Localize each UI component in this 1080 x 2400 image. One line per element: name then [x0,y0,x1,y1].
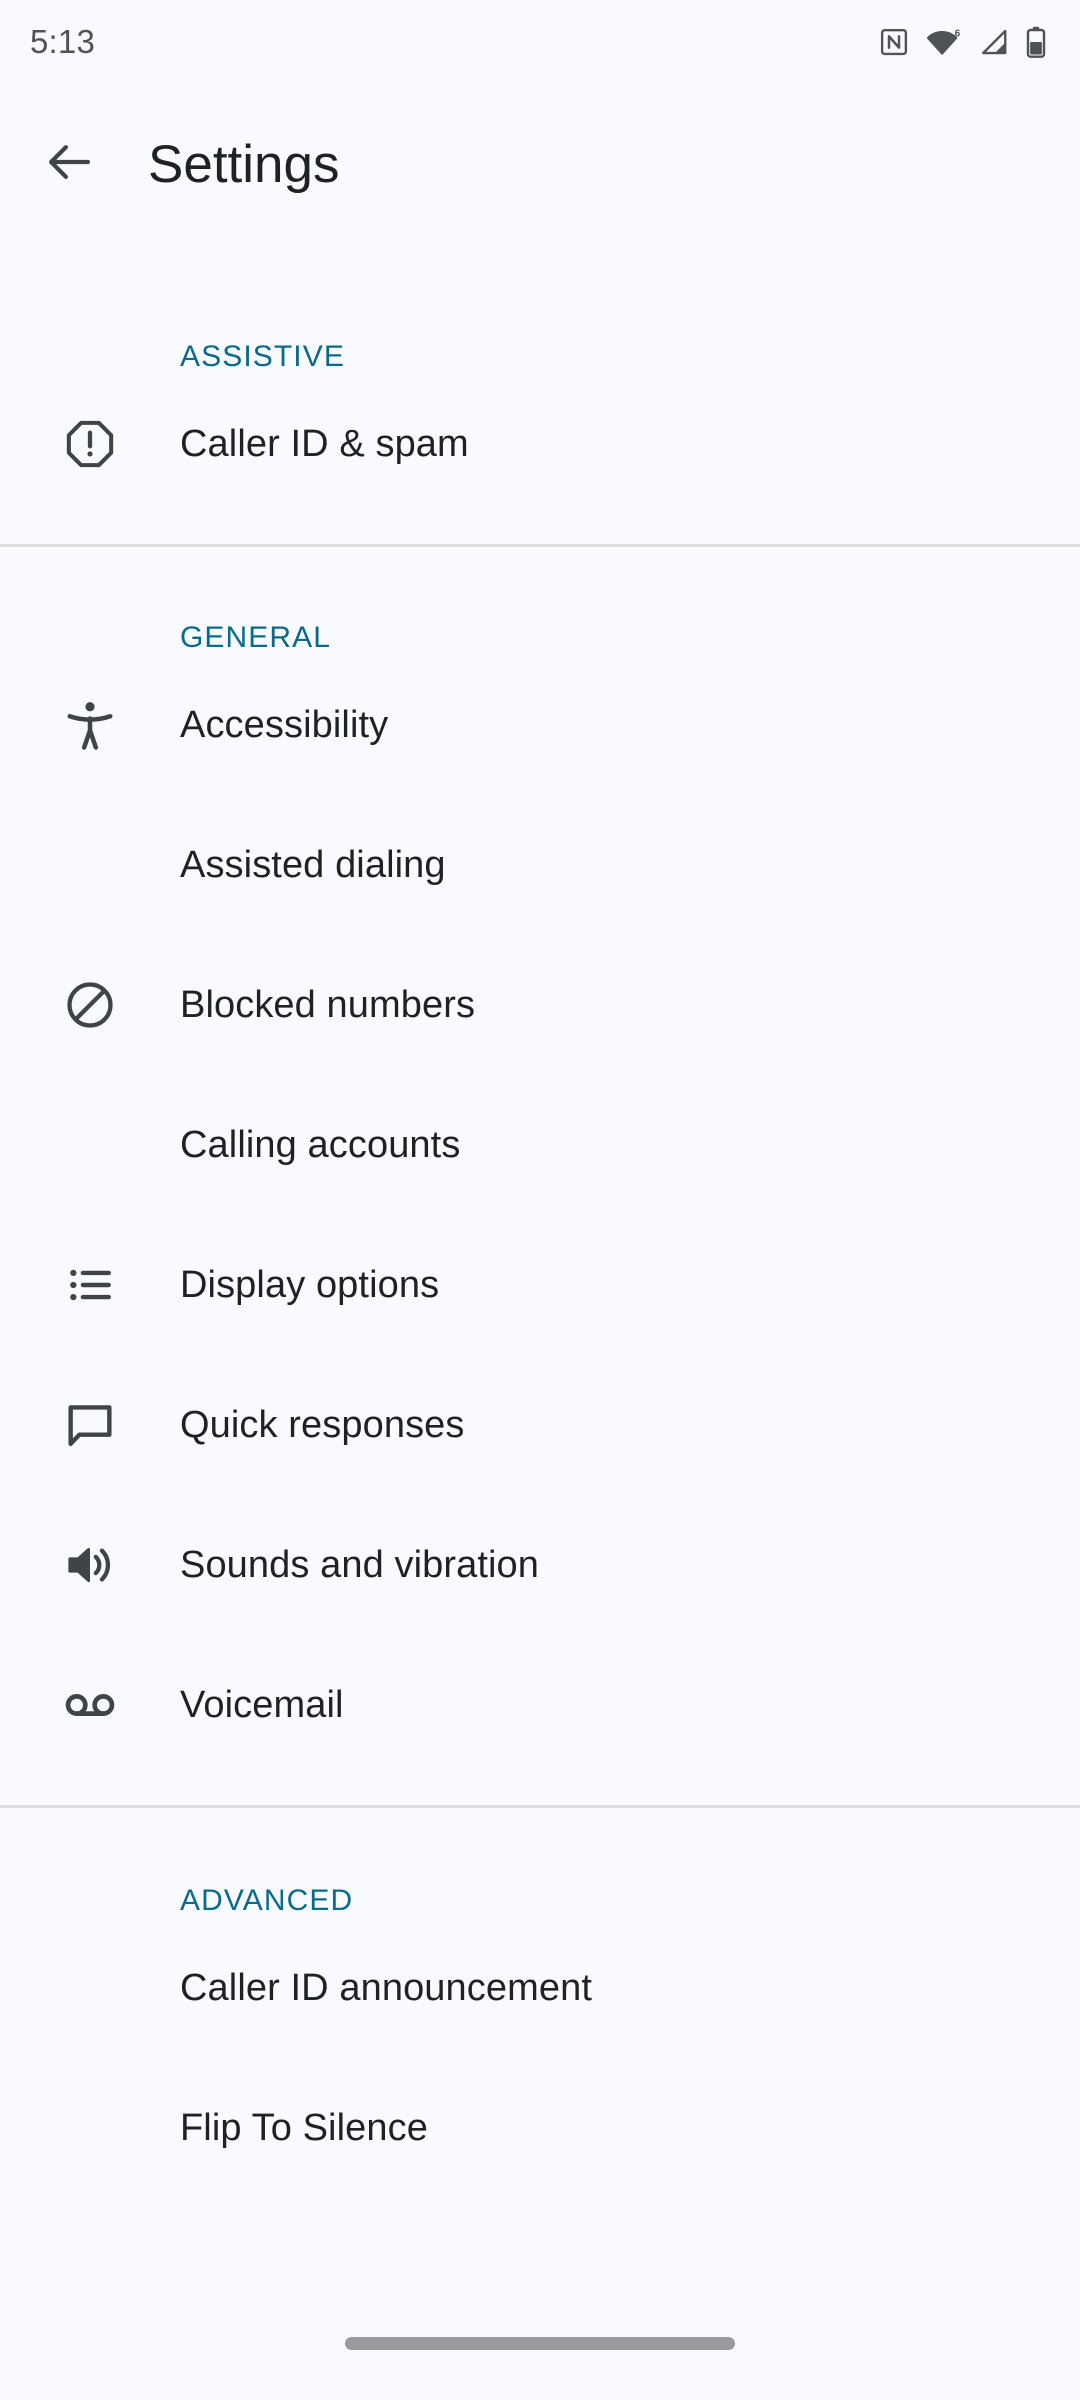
voicemail-reels-icon [0,1635,180,1775]
no-icon-placeholder [0,795,180,935]
list-item-sounds-and-vibration[interactable]: Sounds and vibration [0,1495,1080,1635]
no-icon-placeholder [0,2058,180,2198]
block-circle-slash-icon [0,935,180,1075]
list-item-caller-id-announcement[interactable]: Caller ID announcement [0,1918,1080,2058]
list-item-label: Accessibility [180,703,389,746]
no-icon-placeholder [0,1918,180,2058]
list-item-display-options[interactable]: Display options [0,1215,1080,1355]
cellular-signal-icon [979,27,1009,57]
list-item-assisted-dialing[interactable]: Assisted dialing [0,795,1080,935]
list-item-label: Sounds and vibration [180,1543,540,1586]
list-item-accessibility[interactable]: Accessibility [0,655,1080,795]
back-button[interactable] [14,108,126,220]
list-item-label: Voicemail [180,1683,344,1726]
battery-icon [1026,26,1046,58]
svg-text:6: 6 [955,28,961,39]
app-bar: Settings [0,84,1080,244]
list-item-label: Flip To Silence [180,2106,428,2149]
list-item-calling-accounts[interactable]: Calling accounts [0,1075,1080,1215]
warning-octagon-icon [0,374,180,514]
bulleted-list-icon [0,1215,180,1355]
gesture-nav-pill[interactable] [345,2337,735,2350]
list-item-voicemail[interactable]: Voicemail [0,1635,1080,1775]
status-bar: 5:13 6 [0,0,1080,84]
list-item-label: Blocked numbers [180,983,476,1026]
list-item-flip-to-silence[interactable]: Flip To Silence [0,2058,1080,2198]
nfc-icon [879,27,909,57]
list-item-label: Caller ID & spam [180,422,469,465]
list-item-blocked-numbers[interactable]: Blocked numbers [0,935,1080,1075]
accessibility-person-icon [0,655,180,795]
list-item-label: Display options [180,1263,440,1306]
back-arrow-icon [43,135,97,194]
wifi-icon: 6 [926,27,962,57]
section-header-general: GENERAL [180,621,332,654]
settings-list: ASSISTIVE Caller ID & spam GENERAL Acces… [0,244,1080,2198]
list-item-label: Calling accounts [180,1123,461,1166]
list-item-label: Quick responses [180,1403,465,1446]
page-title: Settings [148,134,340,194]
section-header-assistive: ASSISTIVE [180,340,345,373]
section-header-advanced: ADVANCED [180,1884,354,1917]
phone-settings-screen: 5:13 6 Settings ASSISTIVE Caller ID & sp… [0,0,1080,2400]
list-item-quick-responses[interactable]: Quick responses [0,1355,1080,1495]
speaker-volume-icon [0,1495,180,1635]
list-item-caller-id-spam[interactable]: Caller ID & spam [0,374,1080,514]
chat-bubble-icon [0,1355,180,1495]
status-time: 5:13 [30,23,96,60]
list-item-label: Caller ID announcement [180,1966,592,2009]
status-icon-group: 6 [879,26,1046,58]
no-icon-placeholder [0,1075,180,1215]
list-item-label: Assisted dialing [180,843,446,886]
